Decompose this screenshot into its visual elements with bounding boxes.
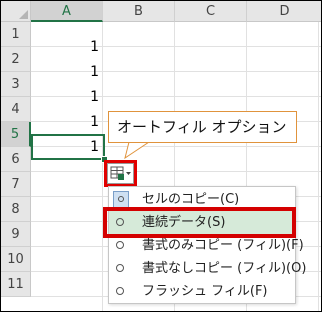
row-header-2[interactable]: 2 (1, 47, 31, 72)
radio-selected-icon (113, 191, 129, 208)
autofill-options-menu: セルのコピー(C) 連続データ(S) 書式のみコピー (フィル)(F) 書式なし… (108, 186, 306, 304)
active-cell-border (31, 134, 105, 160)
column-header-c[interactable]: C (175, 1, 247, 22)
menu-item-label: 書式のみコピー (フィル)(F) (142, 238, 304, 253)
row-header-6[interactable]: 6 (1, 147, 31, 172)
cell-a4[interactable]: 1 (32, 110, 102, 134)
autofill-options-icon (110, 166, 131, 180)
fill-handle[interactable] (101, 156, 108, 163)
cell-a1[interactable]: 1 (32, 35, 102, 59)
spreadsheet-window: A B C D 1 2 3 4 5 6 7 8 9 10 11 1 1 1 1 … (0, 0, 322, 312)
column-header-b[interactable]: B (103, 1, 175, 22)
row-header-4[interactable]: 4 (1, 97, 31, 122)
radio-icon (116, 264, 124, 272)
autofill-options-callout: オートフィル オプション (108, 111, 297, 143)
row-header-3[interactable]: 3 (1, 72, 31, 97)
row-header-7[interactable]: 7 (1, 172, 31, 197)
menu-item-copy-cells[interactable]: セルのコピー(C) (109, 188, 295, 212)
callout-text: オートフィル オプション (117, 118, 287, 136)
autofill-options-button[interactable] (107, 163, 134, 184)
column-header-d[interactable]: D (247, 1, 321, 22)
menu-item-fill-series[interactable]: 連続データ(S) (109, 211, 295, 235)
select-all-corner[interactable] (1, 1, 31, 22)
row-header-10[interactable]: 10 (1, 247, 31, 272)
menu-item-label: フラッシュ フィル(F) (142, 284, 268, 299)
menu-item-label: 書式なしコピー (フィル)(O) (142, 261, 307, 276)
row-header-8[interactable]: 8 (1, 197, 31, 222)
radio-icon (116, 287, 124, 295)
radio-icon (116, 241, 124, 249)
row-header-1[interactable]: 1 (1, 22, 31, 47)
column-header-a[interactable]: A (31, 1, 103, 22)
row-header-11[interactable]: 11 (1, 272, 31, 297)
radio-icon (116, 218, 124, 226)
row-header-5[interactable]: 5 (1, 122, 31, 147)
menu-item-fill-without-formatting[interactable]: 書式なしコピー (フィル)(O) (109, 257, 306, 281)
menu-item-flash-fill[interactable]: フラッシュ フィル(F) (109, 280, 295, 304)
cell-a2[interactable]: 1 (32, 60, 102, 84)
row-header-9[interactable]: 9 (1, 222, 31, 247)
menu-item-fill-formatting-only[interactable]: 書式のみコピー (フィル)(F) (109, 234, 304, 258)
menu-item-label: セルのコピー(C) (142, 192, 240, 207)
select-all-triangle (19, 10, 28, 19)
cell-a3[interactable]: 1 (32, 85, 102, 109)
menu-item-label: 連続データ(S) (142, 215, 226, 230)
